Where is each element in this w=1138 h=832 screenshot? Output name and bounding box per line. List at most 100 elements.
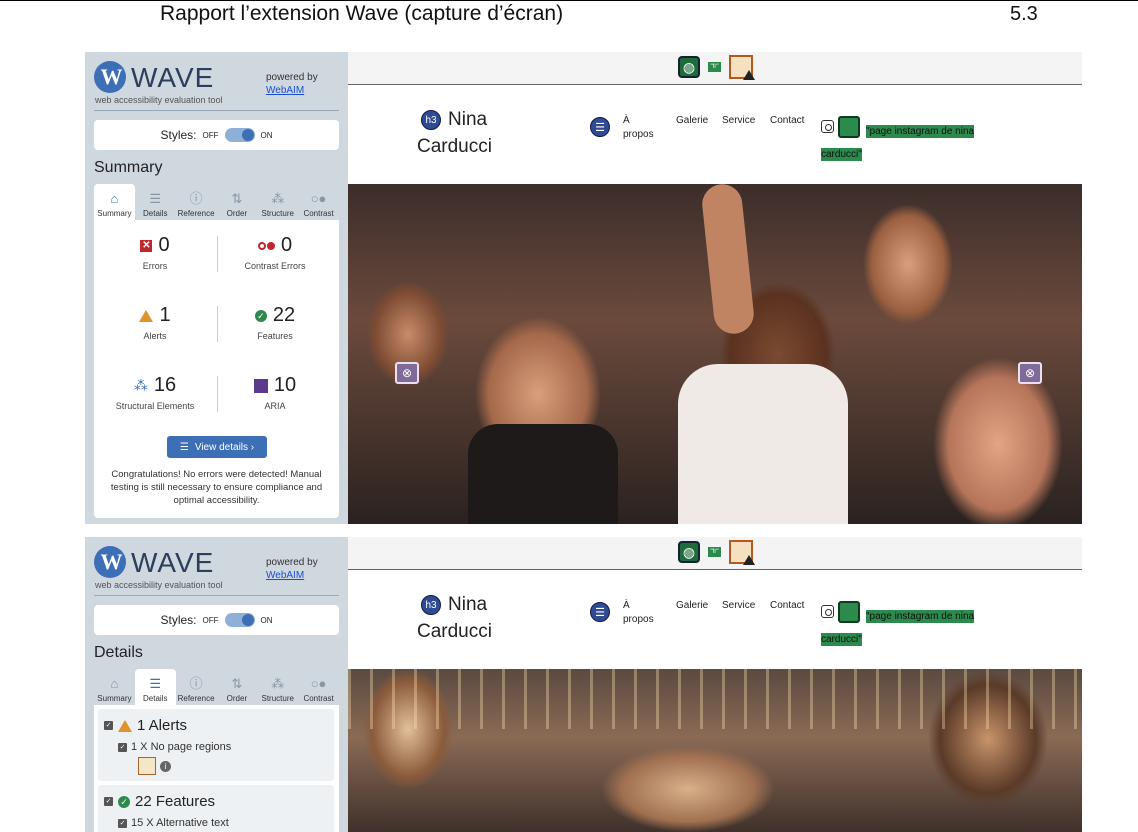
tab-details[interactable]: ☰ Details (134, 669, 176, 705)
nav-link-contact[interactable]: Contact (770, 114, 804, 128)
styles-label: Styles: (160, 613, 197, 627)
brand-name-line2: Carducci (417, 136, 492, 157)
language-globe-icon[interactable]: ◍ (678, 541, 700, 563)
powered-by-label: powered by (266, 72, 318, 83)
alerts-group: ✓ 1 Alerts ✓ 1 X No page regions i (98, 709, 334, 781)
wave-sidebar: W WAVE web accessibility evaluation tool… (85, 537, 348, 832)
feature-check-icon: ✓ (254, 309, 267, 322)
tab-structure[interactable]: ⁂ Structure (257, 669, 298, 705)
heading-h3-badge[interactable]: h3 (421, 595, 441, 615)
styles-toggle[interactable] (224, 128, 255, 142)
panel-title: Summary (94, 159, 163, 176)
view-details-button[interactable]: ☰ View details › (167, 436, 267, 458)
wave-details-screenshot: W WAVE web accessibility evaluation tool… (85, 537, 1082, 832)
no-page-regions-checkbox[interactable]: ✓ (118, 742, 127, 752)
wave-sidebar: W WAVE web accessibility evaluation tool… (85, 52, 348, 524)
alt-text-feature-icon[interactable] (838, 116, 860, 138)
stat-divider (217, 376, 218, 412)
styles-on-label: ON (260, 130, 273, 140)
tab-summary[interactable]: ⌂ Summary (94, 669, 135, 705)
tab-summary[interactable]: ⌂ Summary (94, 184, 135, 220)
carousel-button-icon[interactable]: ⊗ (1018, 362, 1042, 384)
tab-contrast[interactable]: ○● Contrast (298, 669, 339, 705)
wave-tagline: web accessibility evaluation tool (95, 95, 223, 105)
alert-icon (118, 719, 132, 732)
stat-divider (217, 306, 218, 342)
nav-link-contact[interactable]: Contact (770, 599, 804, 613)
wave-tabs: ⌂ Summary ☰ Details ⓘ Reference ⇅ Order ⁂ Str… (94, 669, 339, 705)
features-checkbox[interactable]: ✓ (104, 797, 113, 806)
wave-tabs: ⌂ Summary ☰ Details ⓘ Reference ⇅ Order ⁂ Str… (94, 184, 339, 220)
tab-order[interactable]: ⇅ Order (216, 669, 257, 705)
nav-link-service[interactable]: Service (722, 114, 755, 128)
nav-link-service[interactable]: Service (722, 599, 755, 613)
evaluated-website: ◍ "fr" h3 Nina Carducci ☰ À propos Galer… (348, 52, 1082, 524)
contrast-icon: ○● (310, 191, 327, 206)
styles-toggle[interactable] (224, 613, 255, 627)
structure-icon: ⁂ (271, 676, 285, 691)
webaim-link[interactable]: WebAIM (266, 85, 304, 96)
stat-alerts[interactable]: 1 Alerts (100, 304, 210, 341)
site-topbar: ◍ "fr" (348, 537, 1082, 570)
aria-icon (253, 378, 268, 393)
unordered-list-badge-icon[interactable]: ☰ (590, 117, 610, 137)
feature-check-icon: ✓ (118, 795, 130, 808)
list-icon: ☰ (149, 676, 162, 691)
list-icon: ☰ (149, 191, 162, 206)
no-page-regions-icon[interactable] (138, 757, 156, 775)
no-page-regions-alert-icon[interactable] (729, 55, 755, 80)
stat-errors[interactable]: ✕ 0 Errors (100, 234, 210, 271)
toggle-knob (241, 129, 254, 141)
sidebar-divider (94, 595, 339, 596)
wave-logo-icon: W (94, 546, 126, 578)
stat-features[interactable]: ✓ 22 Features (220, 304, 330, 341)
powered-by-label: powered by (266, 557, 318, 568)
instagram-icon[interactable] (821, 120, 834, 133)
styles-off-label: OFF (202, 615, 219, 625)
evaluated-website: ◍ "fr" h3 Nina Carducci ☰ À propos Galer… (348, 537, 1082, 832)
alternative-text-checkbox[interactable]: ✓ (118, 818, 127, 828)
home-icon: ⌂ (110, 676, 119, 691)
alt-text-feature-icon[interactable] (838, 601, 860, 623)
stat-contrast-errors[interactable]: 0 Contrast Errors (220, 234, 330, 271)
tab-reference[interactable]: ⓘ Reference (176, 669, 217, 705)
alerts-checkbox[interactable]: ✓ (104, 721, 113, 730)
alert-icon (139, 309, 154, 322)
info-icon: ⓘ (189, 191, 203, 206)
document-title: Rapport l’extension Wave (capture d’écra… (160, 2, 564, 25)
tab-details[interactable]: ☰ Details (135, 184, 176, 220)
info-icon: ⓘ (189, 676, 203, 691)
home-icon: ⌂ (110, 191, 119, 206)
instagram-icon[interactable] (821, 605, 834, 618)
nav-link-apropos[interactable]: À propos (623, 114, 663, 142)
wave-name: WAVE (131, 62, 215, 93)
tab-structure[interactable]: ⁂ Structure (257, 184, 298, 220)
nav-link-galerie[interactable]: Galerie (676, 114, 708, 128)
wave-summary-screenshot: W WAVE web accessibility evaluation tool… (85, 52, 1082, 524)
order-icon: ⇅ (231, 191, 243, 206)
unordered-list-badge-icon[interactable]: ☰ (590, 602, 610, 622)
contrast-icon: ○● (310, 676, 327, 691)
summary-panel: ✕ 0 Errors 0 Contrast Errors 1 Alerts ✓ 22… (94, 220, 339, 518)
stat-structural[interactable]: ⁂ 16 Structural Elements (100, 374, 210, 411)
nav-link-apropos[interactable]: À propos (623, 599, 663, 627)
tab-reference[interactable]: ⓘ Reference (176, 184, 217, 220)
info-icon[interactable]: i (160, 760, 171, 772)
wave-tagline: web accessibility evaluation tool (95, 580, 223, 590)
language-badge[interactable]: "fr" (708, 547, 721, 557)
language-badge[interactable]: "fr" (708, 62, 721, 72)
tab-contrast[interactable]: ○● Contrast (298, 184, 339, 220)
wave-logo-icon: W (94, 61, 126, 93)
panel-title: Details (94, 644, 143, 661)
stat-aria[interactable]: 10 ARIA (220, 374, 330, 411)
list-icon: ☰ (179, 441, 189, 453)
brand-name-line1: Nina (448, 594, 488, 615)
webaim-link[interactable]: WebAIM (266, 570, 304, 581)
tab-order[interactable]: ⇅ Order (216, 184, 257, 220)
heading-h3-badge[interactable]: h3 (421, 110, 441, 130)
carousel-button-icon[interactable]: ⊗ (395, 362, 419, 384)
document-section-number: 5.3 (1010, 3, 1038, 25)
nav-link-galerie[interactable]: Galerie (676, 599, 708, 613)
language-globe-icon[interactable]: ◍ (678, 56, 700, 78)
no-page-regions-alert-icon[interactable] (729, 540, 755, 565)
